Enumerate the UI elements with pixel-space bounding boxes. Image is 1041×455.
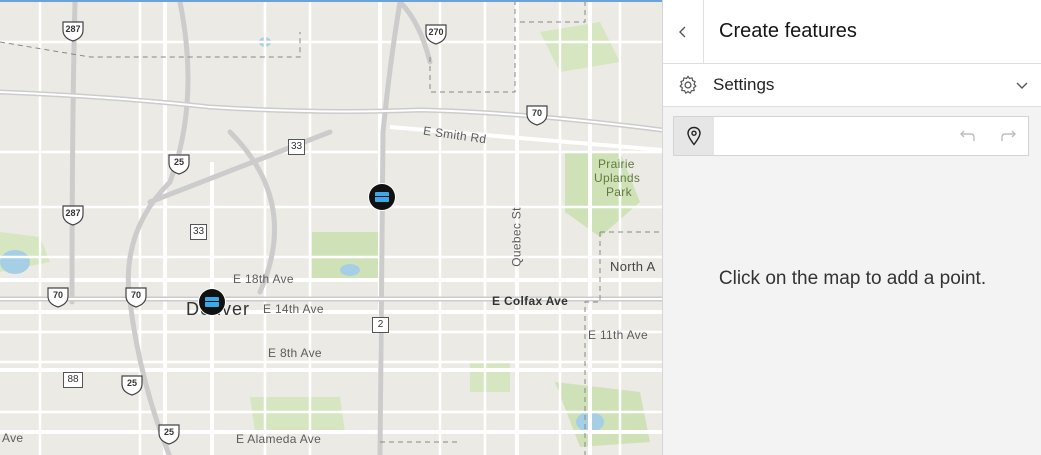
interstate-shield: 70 bbox=[46, 286, 70, 308]
label-uplands: Uplands bbox=[594, 171, 641, 185]
panel-title: Create features bbox=[719, 20, 857, 42]
interstate-shield: 25 bbox=[167, 153, 191, 175]
create-tools-toolbar bbox=[673, 116, 1029, 156]
settings-section-toggle[interactable]: Settings bbox=[663, 64, 1041, 107]
add-point-hint: Click on the map to add a point. bbox=[718, 268, 987, 289]
state-route-shield: 88 bbox=[63, 372, 83, 388]
transit-marker-icon[interactable] bbox=[369, 184, 395, 210]
state-route-shield: 33 bbox=[288, 139, 305, 155]
interstate-shield: 270 bbox=[424, 23, 448, 45]
undo-button[interactable] bbox=[948, 117, 988, 155]
interstate-shield: 70 bbox=[124, 286, 148, 308]
settings-label: Settings bbox=[713, 75, 775, 94]
label-prairie: Prairie bbox=[598, 157, 635, 171]
label-park: Park bbox=[606, 185, 632, 199]
label-e-8th-ave: E 8th Ave bbox=[268, 346, 322, 360]
label-e-18th-ave: E 18th Ave bbox=[233, 272, 294, 286]
label-quebec-st: Quebec St bbox=[509, 207, 524, 267]
label-e-alameda-ave: E Alameda Ave bbox=[236, 432, 322, 446]
state-route-shield: 2 bbox=[372, 317, 389, 333]
gear-icon bbox=[679, 75, 697, 94]
label-e-colfax-ave: E Colfax Ave bbox=[492, 294, 569, 308]
undo-icon bbox=[960, 130, 975, 141]
interstate-shield: 25 bbox=[157, 423, 181, 445]
redo-icon bbox=[1001, 130, 1016, 141]
redo-button[interactable] bbox=[988, 117, 1028, 155]
label-ave: Ave bbox=[2, 431, 24, 445]
label-e-14th-ave: E 14th Ave bbox=[263, 302, 324, 316]
interstate-shield: 287 bbox=[61, 204, 85, 226]
label-e-11th-ave: E 11th Ave bbox=[588, 328, 648, 342]
chevron-left-icon bbox=[679, 26, 686, 37]
interstate-shield: 287 bbox=[61, 20, 85, 42]
interstate-shield: 70 bbox=[525, 104, 549, 126]
map-pin-icon bbox=[687, 126, 701, 146]
create-features-panel: Create features Settings Click on the ma… bbox=[662, 0, 1041, 455]
interstate-shield: 25 bbox=[120, 374, 144, 396]
transit-marker-icon[interactable] bbox=[199, 289, 225, 315]
map-view[interactable]: E Smith Rd Prairie Uplands Park Quebec S… bbox=[0, 0, 662, 455]
panel-header: Create features bbox=[663, 0, 1041, 64]
point-tool-button[interactable] bbox=[674, 117, 714, 155]
back-button[interactable] bbox=[663, 0, 704, 63]
state-route-shield: 33 bbox=[190, 224, 207, 240]
map-basemap bbox=[0, 2, 662, 455]
label-north-a: North A bbox=[610, 259, 656, 274]
chevron-down-icon bbox=[1016, 82, 1028, 89]
